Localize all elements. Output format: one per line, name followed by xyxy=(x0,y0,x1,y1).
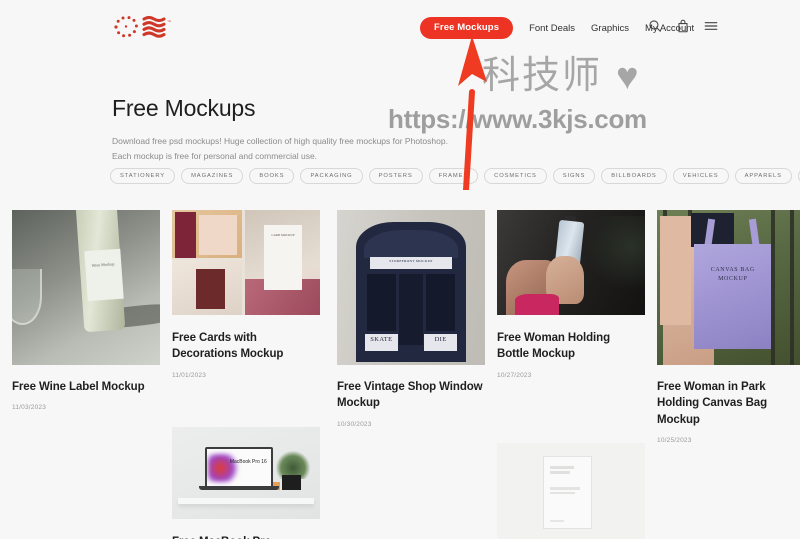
svg-text:™: ™ xyxy=(167,19,171,24)
tag-posters[interactable]: POSTERS xyxy=(368,168,423,184)
card-title-storefront[interactable]: Free Vintage Shop Window Mockup xyxy=(337,379,485,412)
thumb-text-wine: Wine Mockup xyxy=(84,249,124,302)
thumb-text-canvas-bag: CANVAS BAG MOCKUP xyxy=(710,266,755,283)
thumb-text-cards: CARD MOCKUP xyxy=(263,224,303,290)
nav-item-graphics[interactable]: Graphics xyxy=(591,23,629,34)
tag-cosmetics[interactable]: COSMETICS xyxy=(484,168,547,184)
card-thumbnail-cards[interactable]: CARD MOCKUP xyxy=(172,210,320,315)
hero-description-line-1: Download free psd mockups! Huge collecti… xyxy=(112,136,448,147)
hero-section: Free Mockups Download free psd mockups! … xyxy=(112,95,612,164)
card-title-bottle[interactable]: Free Woman Holding Bottle Mockup xyxy=(497,330,645,363)
category-tag-list: STATIONERY MAGAZINES BOOKS PACKAGING POS… xyxy=(110,168,800,184)
card-woman-holding-bottle[interactable]: Free Woman Holding Bottle Mockup 10/27/2… xyxy=(497,210,645,379)
tag-magazines[interactable]: MAGAZINES xyxy=(181,168,244,184)
card-wine-label[interactable]: Wine Mockup Free Wine Label Mockup 11/03… xyxy=(12,210,160,411)
hero-description: Download free psd mockups! Huge collecti… xyxy=(112,134,612,164)
tag-vehicles[interactable]: VEHICLES xyxy=(672,168,729,184)
thumb-sign-skate: SKATE xyxy=(365,334,398,352)
card-title-cards[interactable]: Free Cards with Decorations Mockup xyxy=(172,330,320,363)
logo-icon: ™ xyxy=(114,15,171,38)
tag-apparels[interactable]: APPARELS xyxy=(734,168,792,184)
card-thumbnail-storefront[interactable]: STOREFRONT MOCKUP SKATE DIE xyxy=(337,210,485,365)
watermark-heart-icon: ♥ xyxy=(616,56,639,98)
card-title-macbook[interactable]: Free MacBook Pro xyxy=(172,534,320,539)
card-cards-decorations[interactable]: CARD MOCKUP Free Cards with Decorations … xyxy=(172,210,320,379)
site-logo[interactable]: ™ xyxy=(110,12,178,42)
card-thumbnail-canvas-bag[interactable]: CANVAS BAG MOCKUP xyxy=(657,210,800,365)
shopping-bag-icon[interactable] xyxy=(676,19,690,33)
tag-stationery[interactable]: STATIONERY xyxy=(110,168,176,184)
card-title-canvas-bag[interactable]: Free Woman in Park Holding Canvas Bag Mo… xyxy=(657,379,800,428)
tag-signs[interactable]: SIGNS xyxy=(552,168,596,184)
page-root: ™ Free Mockups Font Deals Graphics My Ac… xyxy=(0,0,800,539)
card-date-bottle: 10/27/2023 xyxy=(497,371,532,379)
thumb-text-storefront: STOREFRONT MOCKUP xyxy=(369,256,453,269)
card-date-wine: 11/03/2023 xyxy=(12,404,47,412)
hero-description-line-2: Each mockup is free for personal and com… xyxy=(112,151,318,162)
page-title: Free Mockups xyxy=(112,95,256,121)
card-thumbnail-wine[interactable]: Wine Mockup xyxy=(12,210,160,365)
search-icon[interactable] xyxy=(648,19,662,33)
tag-books[interactable]: BOOKS xyxy=(249,168,295,184)
card-vintage-shop-window[interactable]: STOREFRONT MOCKUP SKATE DIE Free Vintage… xyxy=(337,210,485,428)
card-date-storefront: 10/30/2023 xyxy=(337,420,372,428)
watermark-chinese-text: 科技师 xyxy=(482,53,603,97)
card-title-wine[interactable]: Free Wine Label Mockup xyxy=(12,379,160,395)
hamburger-menu-icon[interactable] xyxy=(704,19,718,33)
tag-billboards[interactable]: BILLBOARDS xyxy=(601,168,667,184)
card-thumbnail-bottle[interactable] xyxy=(497,210,645,315)
site-header: ™ Free Mockups Font Deals Graphics My Ac… xyxy=(0,0,800,56)
tag-packaging[interactable]: PACKAGING xyxy=(300,168,363,184)
card-date-canvas-bag: 10/25/2023 xyxy=(657,436,692,444)
card-canvas-bag[interactable]: CANVAS BAG MOCKUP Free Woman in Park Hol… xyxy=(657,210,800,444)
card-poster-frame[interactable] xyxy=(497,443,645,539)
thumb-text-macbook: MacBook Pro 16 xyxy=(229,458,267,465)
card-thumbnail-macbook[interactable]: MacBook Pro 16 xyxy=(172,427,320,519)
tag-frames[interactable]: FRAMES xyxy=(428,168,479,184)
thumb-sign-die: DIE xyxy=(424,334,457,352)
nav-item-font-deals[interactable]: Font Deals xyxy=(529,23,575,34)
card-thumbnail-poster[interactable] xyxy=(497,443,645,539)
nav-item-free-mockups[interactable]: Free Mockups xyxy=(420,17,514,39)
header-icon-group xyxy=(648,19,718,33)
card-macbook-pro[interactable]: MacBook Pro 16 Free MacBook Pro xyxy=(172,427,320,539)
card-date-cards: 11/01/2023 xyxy=(172,371,207,379)
